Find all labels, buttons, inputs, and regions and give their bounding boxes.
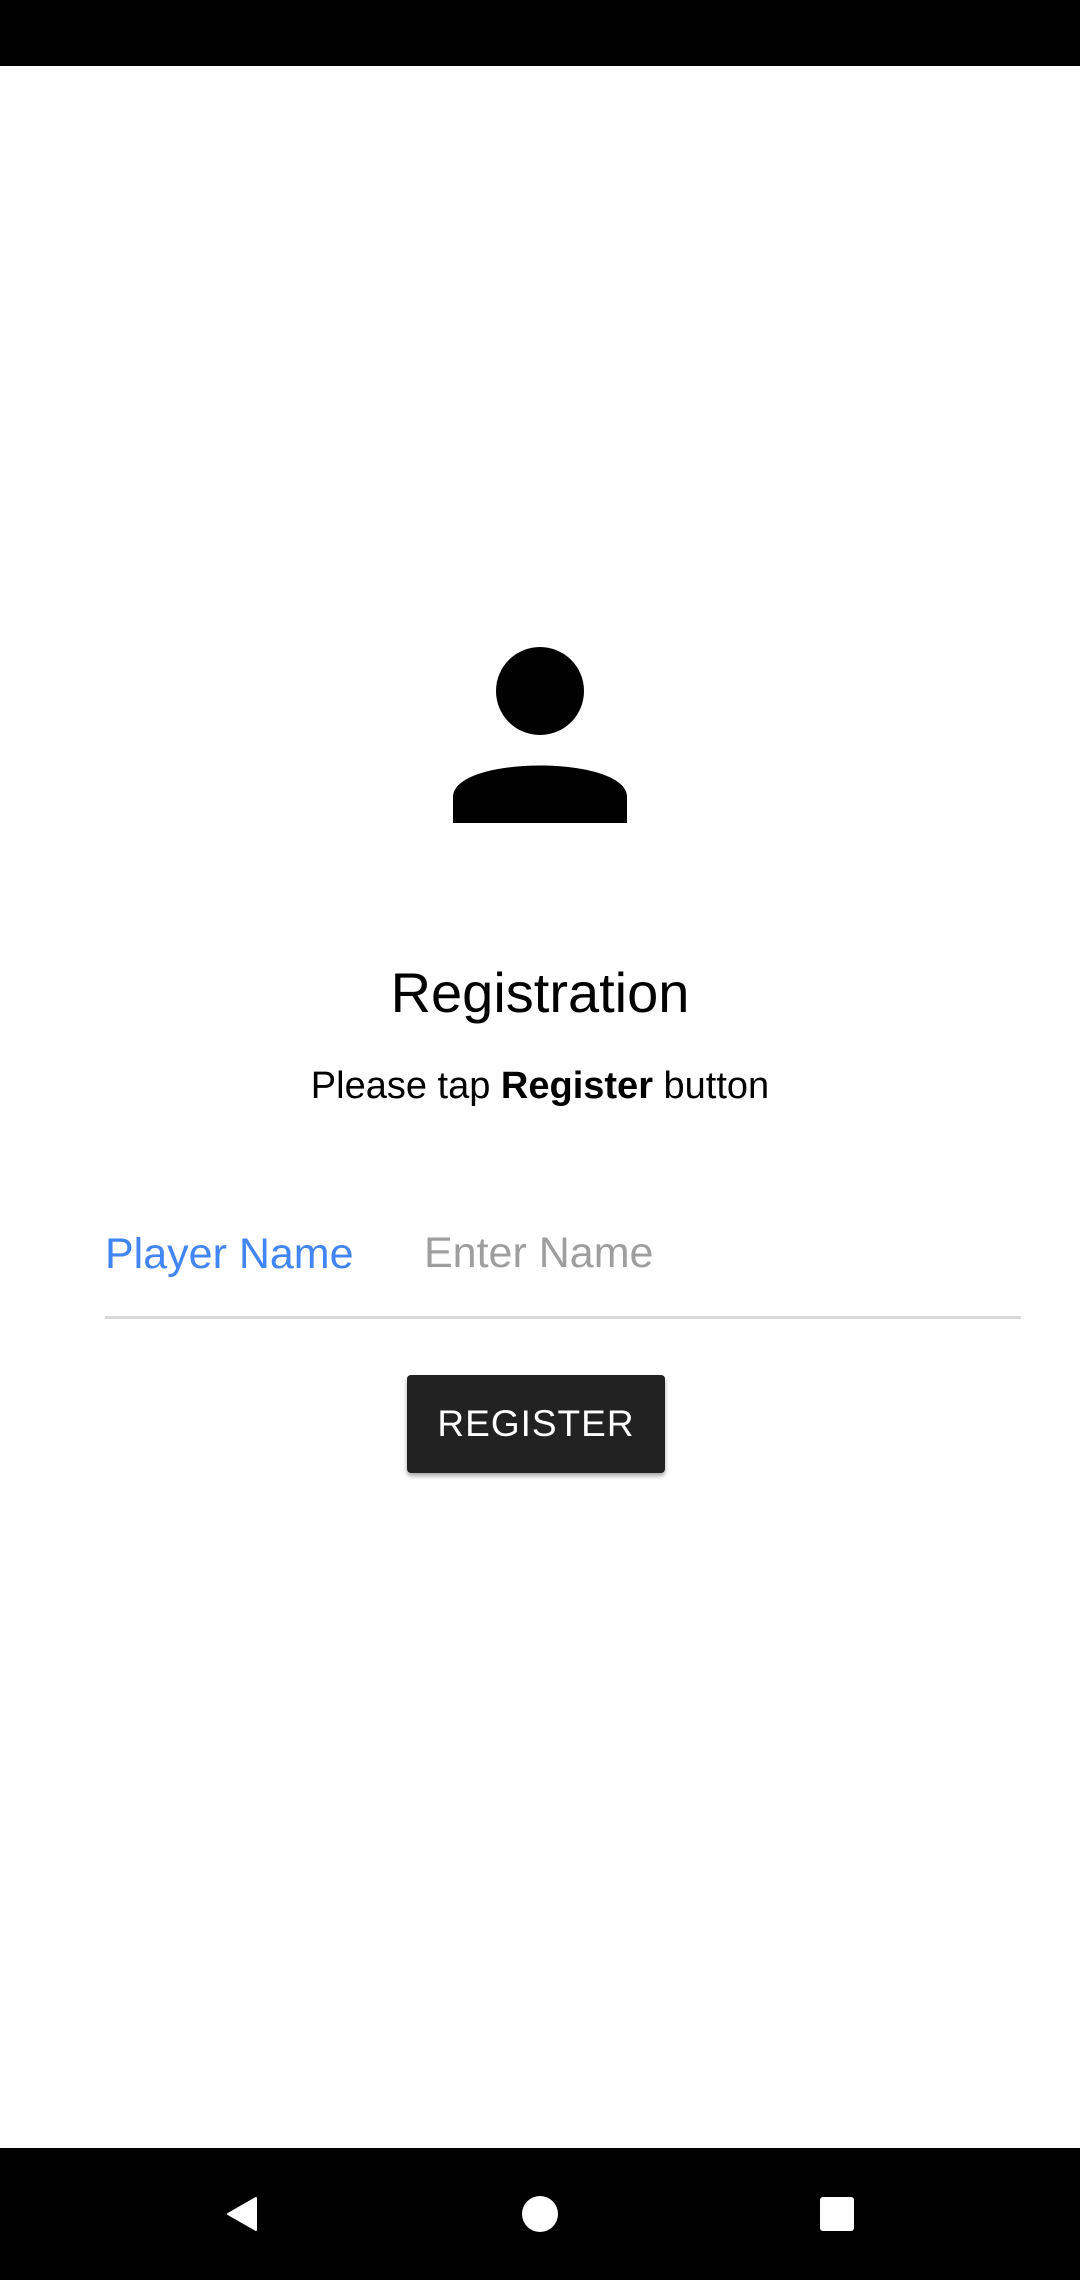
person-icon — [453, 647, 627, 823]
home-icon — [522, 2196, 558, 2232]
home-button[interactable] — [500, 2178, 580, 2250]
back-icon — [227, 2197, 257, 2231]
recents-icon — [820, 2197, 854, 2231]
recents-button[interactable] — [797, 2178, 877, 2250]
instruction-prefix: Please tap — [310, 1065, 501, 1107]
player-name-underline — [105, 1316, 1021, 1319]
instruction-emphasis: Register — [500, 1065, 653, 1107]
page-title: Registration — [390, 961, 690, 1024]
player-name-input[interactable] — [424, 1222, 1020, 1284]
instruction-suffix: button — [652, 1065, 770, 1107]
status-bar — [0, 0, 1080, 66]
register-button[interactable]: REGISTER — [407, 1375, 665, 1473]
instruction-text: Please tap Register button — [0, 1062, 1080, 1110]
navigation-bar — [0, 2148, 1080, 2280]
back-button[interactable] — [202, 2178, 282, 2250]
player-name-label: Player Name — [105, 1230, 354, 1278]
